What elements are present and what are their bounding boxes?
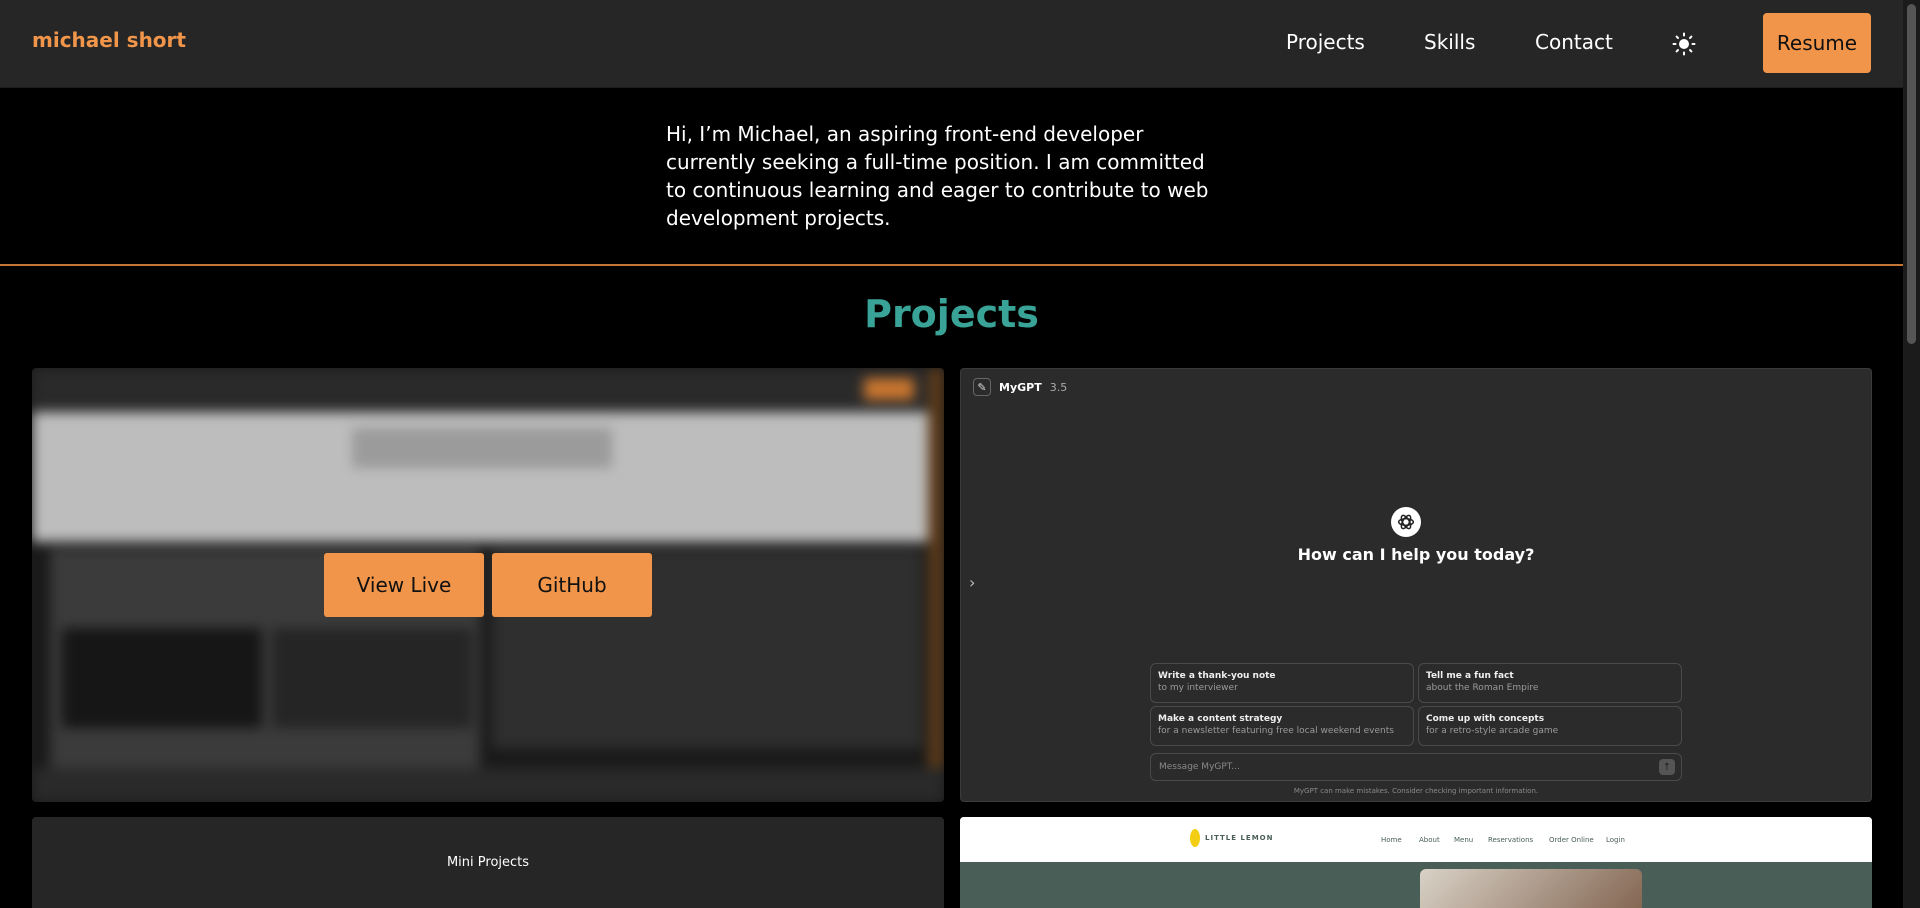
mini-projects-label: Mini Projects: [446, 855, 530, 870]
suggestion-subtitle: about the Roman Empire: [1426, 683, 1539, 693]
suggestion-subtitle: for a newsletter featuring free local we…: [1158, 726, 1394, 736]
projects-heading: Projects: [864, 292, 1039, 336]
ll-nav-home[interactable]: Home: [1381, 836, 1402, 844]
suggestion-title: Tell me a fun fact: [1426, 671, 1514, 681]
nav-contact[interactable]: Contact: [1535, 30, 1613, 54]
suggestion-title: Come up with concepts: [1426, 714, 1545, 724]
project-preview-image: [32, 368, 944, 802]
project-card-mygpt[interactable]: ✎ MyGPT 3.5 › How can I help you today? …: [960, 368, 1872, 802]
mygpt-title: MyGPT: [999, 380, 1042, 394]
view-live-button[interactable]: View Live: [324, 553, 484, 617]
suggestion-card[interactable]: Make a content strategy for a newsletter…: [1150, 706, 1414, 746]
suggestion-card[interactable]: Come up with concepts for a retro-style …: [1418, 706, 1682, 746]
little-lemon-logo: LITTLE LEMON: [1190, 829, 1273, 847]
project-card-little-lemon[interactable]: LITTLE LEMON Home About Menu Reservation…: [960, 817, 1872, 908]
little-lemon-navbar: LITTLE LEMON Home About Menu Reservation…: [960, 817, 1872, 862]
suggestion-card[interactable]: Write a thank-you note to my interviewer: [1150, 663, 1414, 703]
send-arrow-icon[interactable]: ↑: [1659, 759, 1675, 775]
project-card-portfolio: View Live GitHub: [32, 368, 944, 802]
mygpt-message-input[interactable]: [1150, 753, 1682, 781]
ll-nav-reservations[interactable]: Reservations: [1488, 836, 1533, 844]
little-lemon-hero: [960, 862, 1872, 908]
github-button[interactable]: GitHub: [492, 553, 652, 617]
suggestion-subtitle: for a retro-style arcade game: [1426, 726, 1559, 736]
lemon-icon: [1190, 829, 1200, 847]
suggestion-subtitle: to my interviewer: [1158, 683, 1238, 693]
mygpt-topbar: ✎ MyGPT 3.5: [973, 377, 1067, 397]
ll-nav-about[interactable]: About: [1419, 836, 1440, 844]
mygpt-disclaimer: MyGPT can make mistakes. Consider checki…: [1293, 787, 1539, 795]
nav-projects[interactable]: Projects: [1286, 30, 1365, 54]
scrollbar-thumb[interactable]: [1907, 4, 1916, 344]
theme-toggle-button[interactable]: [1672, 32, 1696, 56]
ll-nav-menu[interactable]: Menu: [1454, 836, 1473, 844]
intro-text: Hi, I’m Michael, an aspiring front-end d…: [666, 122, 1209, 230]
mygpt-greeting: How can I help you today?: [1297, 545, 1535, 564]
suggestion-title: Write a thank-you note: [1158, 671, 1276, 681]
openai-logo-icon: [1391, 507, 1421, 537]
suggestion-title: Make a content strategy: [1158, 714, 1283, 724]
edit-icon[interactable]: ✎: [973, 378, 991, 396]
nav-skills[interactable]: Skills: [1424, 30, 1475, 54]
resume-button[interactable]: Resume: [1763, 13, 1871, 73]
little-lemon-logo-text: LITTLE LEMON: [1205, 834, 1274, 842]
site-header: michael short Projects Skills Contact Re…: [0, 0, 1903, 88]
section-divider: [0, 264, 1903, 266]
page: michael short Projects Skills Contact Re…: [0, 0, 1903, 908]
project-card-mini-projects[interactable]: Mini Projects: [32, 817, 944, 908]
suggestion-card[interactable]: Tell me a fun fact about the Roman Empir…: [1418, 663, 1682, 703]
brand-logo-link[interactable]: michael short: [32, 28, 186, 52]
sun-icon: [1672, 32, 1696, 56]
page-scrollbar[interactable]: [1903, 0, 1920, 908]
mygpt-version: 3.5: [1049, 380, 1068, 394]
ll-nav-login[interactable]: Login: [1606, 836, 1625, 844]
chevron-right-icon[interactable]: ›: [969, 573, 975, 592]
chef-photo: [1420, 869, 1642, 908]
ll-nav-order-online[interactable]: Order Online: [1549, 836, 1594, 844]
